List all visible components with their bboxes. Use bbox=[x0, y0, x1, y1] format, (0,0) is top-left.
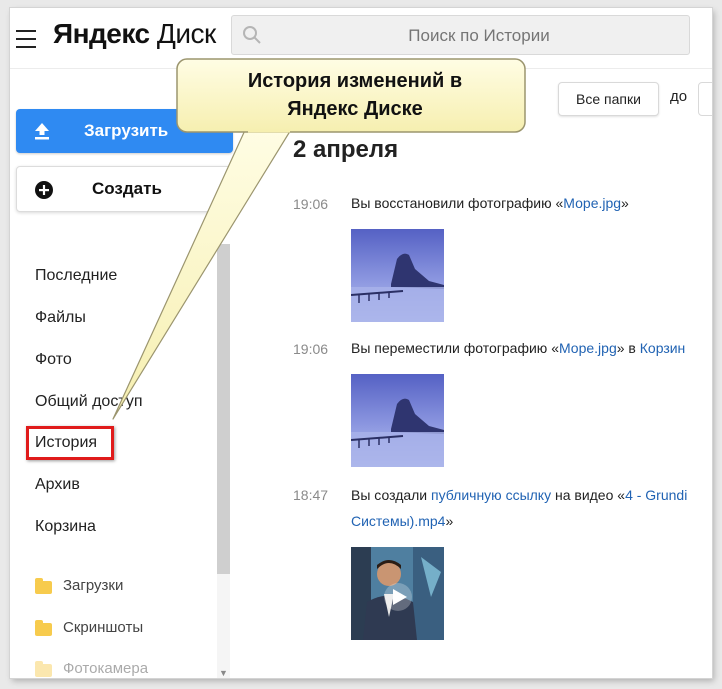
annotation-callout-text: История изменений в Яндекс Диске bbox=[247, 70, 463, 120]
app-window: Яндекс Диск Загрузить Создать Последние … bbox=[10, 8, 712, 678]
